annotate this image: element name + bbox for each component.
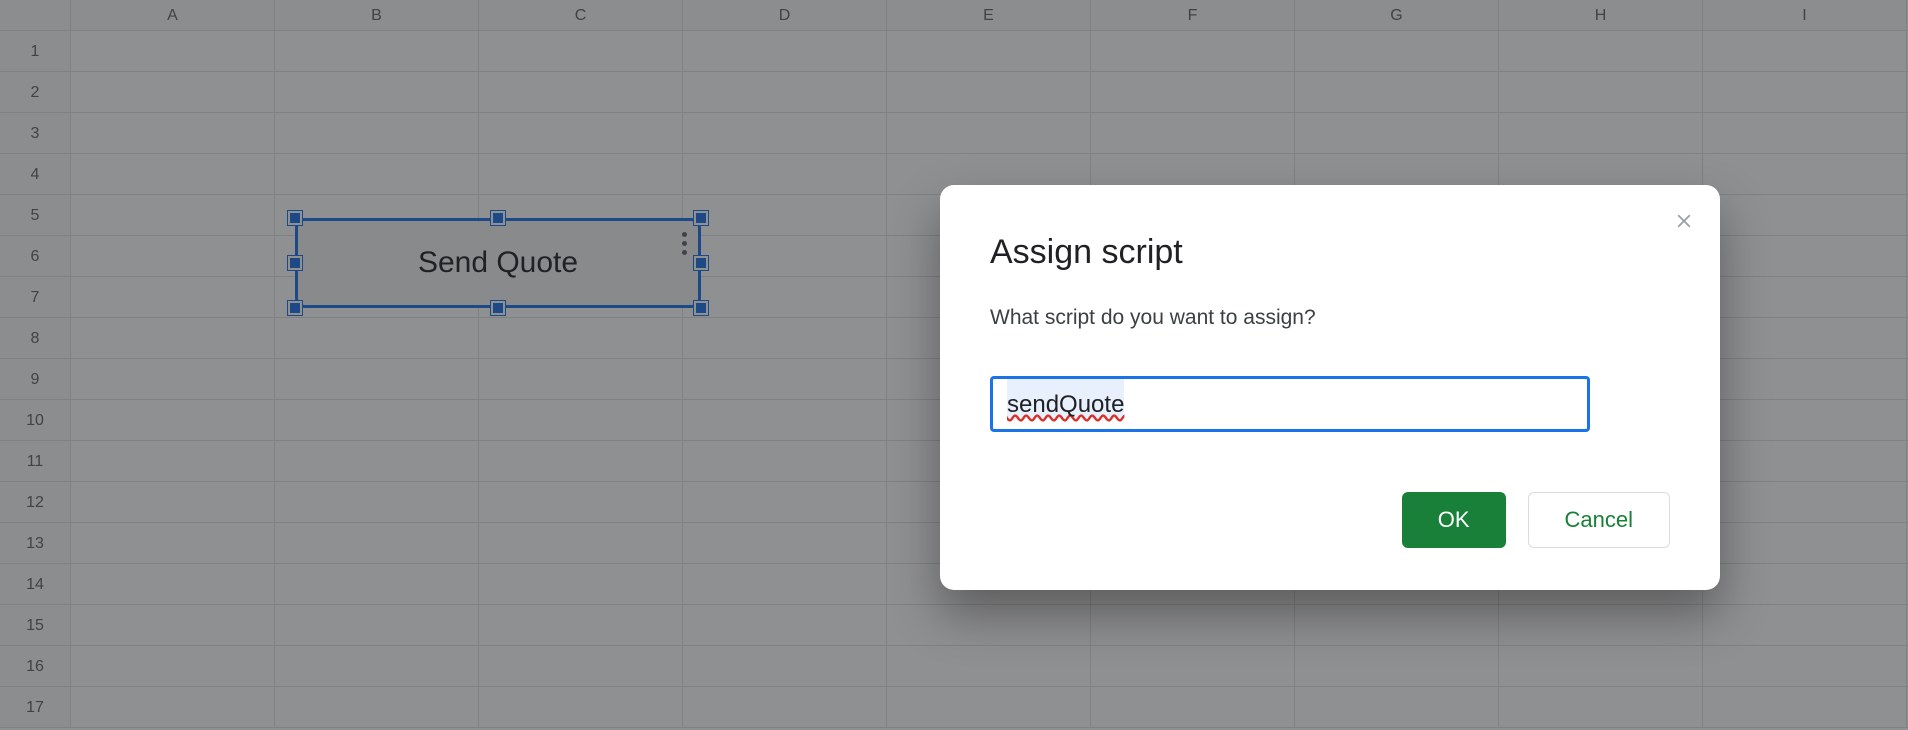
ok-button[interactable]: OK [1402, 492, 1506, 548]
dialog-title: Assign script [990, 233, 1670, 272]
dialog-button-row: OK Cancel [990, 492, 1670, 548]
cancel-button[interactable]: Cancel [1528, 492, 1670, 548]
close-icon[interactable] [1668, 205, 1700, 237]
script-name-value: sendQuote [1007, 379, 1124, 419]
dialog-prompt: What script do you want to assign? [990, 306, 1670, 330]
assign-script-dialog: Assign script What script do you want to… [940, 185, 1720, 590]
script-name-input[interactable]: sendQuote [990, 376, 1590, 432]
